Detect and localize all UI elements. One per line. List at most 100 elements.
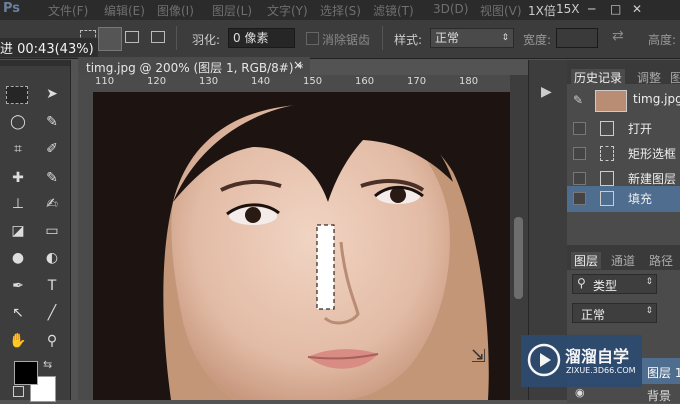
eye-icon[interactable]: ◉: [575, 386, 585, 399]
move-tool-icon[interactable]: ➤: [40, 84, 64, 104]
gradient-tool-icon[interactable]: ▭: [40, 221, 64, 241]
marquee-icon: [600, 146, 614, 161]
zoom-readout: 15X: [556, 2, 580, 16]
ruler-tick: 120: [147, 76, 167, 87]
document-canvas[interactable]: ⇲: [93, 92, 510, 400]
tab-layers[interactable]: 图层: [571, 252, 602, 269]
layer-filter-select[interactable]: ⚲ 类型 ⇕: [572, 274, 657, 294]
menu-type[interactable]: 文字(Y): [267, 2, 308, 19]
style-select-value: 正常: [435, 31, 460, 45]
style-select[interactable]: 正常 ⇕: [430, 28, 514, 48]
history-item-label: 打开: [628, 122, 653, 136]
minimize-button[interactable]: ─: [588, 2, 595, 16]
watermark-logo: 溜溜自学 ZIXUE.3D66.COM: [521, 335, 642, 387]
subtract-selection-icon[interactable]: [125, 31, 139, 43]
history-snapshot[interactable]: ✎ timg.jpg: [567, 88, 680, 113]
blend-mode-select[interactable]: 正常 ⇕: [572, 303, 657, 323]
tab-paths[interactable]: 路径: [649, 252, 673, 269]
menu-filter[interactable]: 滤镜(T): [373, 2, 414, 19]
chevron-updown-icon: ⇕: [501, 33, 509, 43]
intersect-selection-icon[interactable]: [151, 31, 165, 43]
quick-select-tool-icon[interactable]: ✎: [40, 112, 64, 132]
maximize-button[interactable]: □: [610, 2, 621, 16]
history-item[interactable]: 打开: [567, 116, 680, 141]
add-selection-icon[interactable]: [98, 27, 122, 51]
history-checkbox[interactable]: [573, 147, 586, 160]
layer-row[interactable]: ◉ 背景: [567, 386, 680, 403]
menu-image[interactable]: 图像(I): [157, 2, 194, 19]
document-tab[interactable]: timg.jpg @ 200% (图层 1, RGB/8#) * ×: [78, 57, 310, 75]
ruler-tick: 160: [355, 76, 375, 87]
document-title: timg.jpg @ 200% (图层 1, RGB/8#) *: [86, 61, 304, 75]
foreground-color-swatch[interactable]: [14, 361, 38, 385]
close-window-button[interactable]: ✕: [632, 2, 642, 16]
menu-3d[interactable]: 3D(D): [433, 2, 468, 16]
close-icon[interactable]: ×: [293, 58, 303, 72]
tab-history[interactable]: 历史记录: [571, 69, 626, 86]
height-label: 高度:: [648, 33, 677, 47]
layer-label: 图层 1: [647, 366, 680, 380]
antialias-label: 消除锯齿: [322, 33, 371, 47]
progress-text: 进 00:43(43%): [0, 38, 98, 57]
ruler-left: [78, 92, 93, 400]
marquee-tool-icon[interactable]: [6, 86, 28, 104]
scroll-thumb[interactable]: [514, 217, 523, 299]
tab-channels[interactable]: 通道: [611, 252, 635, 269]
ruler-tick: 150: [303, 76, 323, 87]
history-checkbox[interactable]: [573, 192, 586, 205]
menu-view[interactable]: 视图(V): [480, 2, 522, 19]
watermark-url: ZIXUE.3D66.COM: [566, 366, 636, 375]
play-icon[interactable]: ▶: [541, 84, 552, 100]
document-icon: [600, 121, 614, 136]
history-panel: 历史记录 调整 图 ✎ timg.jpg 打开 矩形选框 新建图层 填充: [567, 60, 680, 245]
zoom-tool-icon[interactable]: ⚲: [40, 331, 64, 351]
stamp-tool-icon[interactable]: ⊥: [6, 194, 30, 214]
dodge-tool-icon[interactable]: ◐: [40, 248, 64, 268]
tab-adjustments[interactable]: 调整: [637, 69, 661, 86]
cursor-icon: ⇲: [471, 346, 487, 367]
chevron-updown-icon: ⇕: [645, 306, 653, 316]
eyedropper-tool-icon[interactable]: ✐: [40, 139, 64, 159]
document-icon: [600, 191, 614, 206]
swap-icon[interactable]: ⇄: [612, 28, 624, 44]
toolbox: ➤ ◯ ✎ ⌗ ✐ ✚ ✎ ⊥ ✍ ◪ ▭ ● ◐ ✒ T ↖ ╱ ✋ ⚲ ⇆: [0, 60, 71, 402]
layer-filter-value: 类型: [593, 279, 618, 293]
history-checkbox[interactable]: [573, 172, 586, 185]
swap-colors-icon[interactable]: ⇆: [43, 358, 52, 371]
history-checkbox[interactable]: [573, 122, 586, 135]
tab-more[interactable]: 图: [670, 69, 680, 86]
crop-tool-icon[interactable]: ⌗: [6, 139, 30, 159]
ruler-tick: 140: [251, 76, 271, 87]
history-brush-tool-icon[interactable]: ✍: [40, 194, 64, 214]
path-select-tool-icon[interactable]: ↖: [6, 303, 30, 323]
feather-input[interactable]: 0 像素: [228, 28, 295, 48]
history-item-selected[interactable]: 填充: [567, 186, 680, 212]
ruler-tick: 180: [459, 76, 479, 87]
hand-tool-icon[interactable]: ✋: [6, 331, 30, 351]
menu-select[interactable]: 选择(S): [320, 2, 361, 19]
ruler-tick: 110: [95, 76, 115, 87]
history-item[interactable]: 矩形选框: [567, 141, 680, 166]
healing-brush-tool-icon[interactable]: ✚: [6, 168, 30, 188]
type-tool-icon[interactable]: T: [40, 276, 64, 296]
menu-edit[interactable]: 编辑(E): [104, 2, 145, 19]
watermark-brand: 溜溜自学: [565, 347, 630, 366]
document-icon: [600, 171, 614, 186]
portrait-image: [93, 92, 510, 400]
default-colors-icon[interactable]: [13, 386, 24, 397]
blur-tool-icon[interactable]: ●: [6, 248, 30, 268]
eraser-tool-icon[interactable]: ◪: [6, 221, 30, 241]
history-item-label: 新建图层: [628, 172, 677, 186]
pen-tool-icon[interactable]: ✒: [6, 276, 30, 296]
ruler-tick: 130: [199, 76, 219, 87]
menu-layer[interactable]: 图层(L): [212, 2, 252, 19]
line-tool-icon[interactable]: ╱: [40, 303, 64, 323]
menu-file[interactable]: 文件(F): [48, 2, 88, 19]
snapshot-thumbnail: [595, 90, 627, 112]
options-bar: 羽化: 0 像素 消除锯齿 样式: 正常 ⇕ 宽度: ⇄ 高度:: [0, 20, 680, 59]
lasso-tool-icon[interactable]: ◯: [6, 112, 30, 132]
width-label: 宽度:: [523, 33, 552, 47]
brush-tool-icon[interactable]: ✎: [40, 168, 64, 188]
width-input[interactable]: [556, 28, 598, 48]
antialias-checkbox[interactable]: [306, 32, 319, 45]
